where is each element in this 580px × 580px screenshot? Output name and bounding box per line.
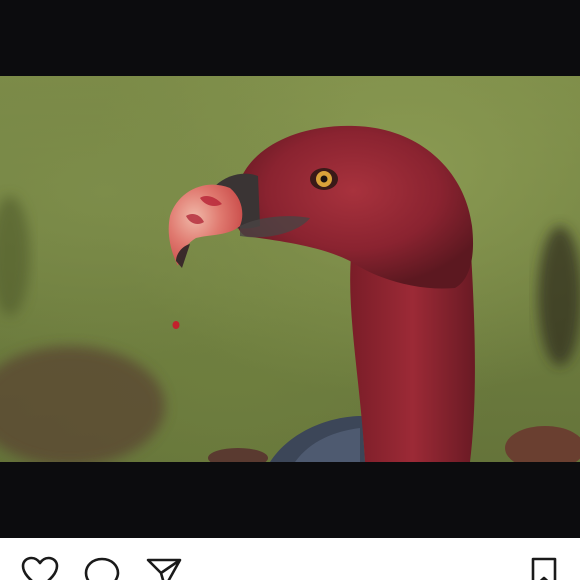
heart-icon [21,556,59,580]
post-action-bar [0,538,580,580]
comment-icon [84,557,120,580]
blurred-bird-left [0,346,165,462]
like-button[interactable] [20,556,60,580]
letterbox-top [0,0,580,76]
save-button[interactable] [524,556,564,580]
blurred-bird-right [538,226,580,366]
blood-drop [172,321,180,329]
share-button[interactable] [144,556,184,580]
vulture-illustration [0,125,580,462]
letterbox-bottom [0,462,580,538]
post-viewer [0,0,580,580]
bookmark-icon [531,557,557,580]
paper-plane-icon [146,558,182,580]
comment-button[interactable] [82,556,122,580]
post-photo[interactable] [0,76,580,462]
